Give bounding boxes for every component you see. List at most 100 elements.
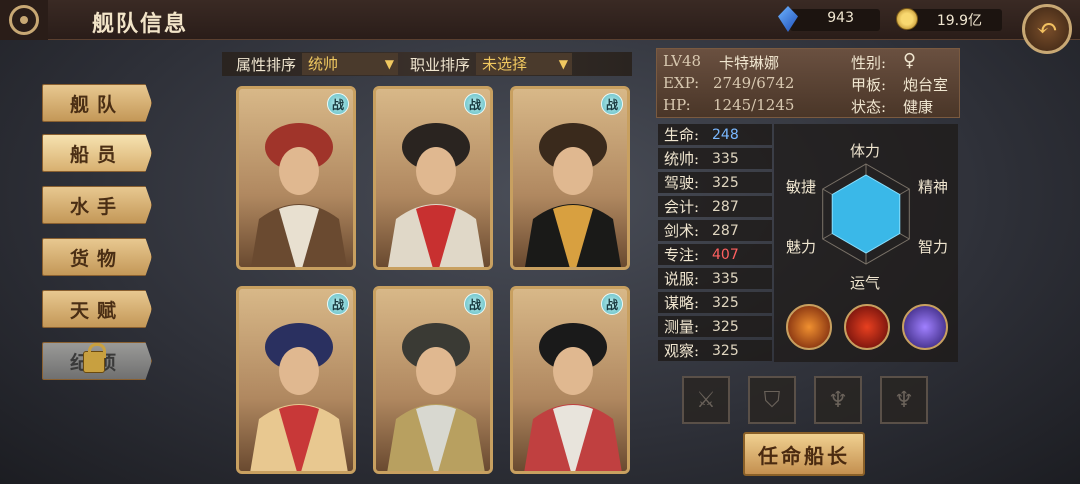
purple-mask-icon[interactable]: [902, 304, 948, 350]
status-value: 健康: [903, 98, 934, 116]
stat-row: 观察: 325: [658, 340, 772, 361]
battle-badge: 战: [327, 293, 349, 315]
nav-item-locked[interactable]: 纪项: [42, 342, 152, 380]
job-sort-label: 职业排序: [410, 55, 471, 74]
goblet-slot[interactable]: ♆: [880, 376, 928, 424]
deck-label: 甲板:: [851, 76, 887, 94]
radar-label-spirit: 精神: [918, 178, 949, 196]
gold-value: 19.9亿: [936, 13, 982, 29]
sword-icon: ⚔: [696, 387, 716, 413]
stat-value: 287: [712, 198, 739, 215]
crew-portrait: [387, 323, 485, 471]
fire-slash-icon[interactable]: [786, 304, 832, 350]
back-arrow-icon: ↶: [1036, 14, 1058, 44]
back-button[interactable]: ↶: [1022, 4, 1072, 54]
deck-value: 炮台室: [903, 76, 949, 94]
crew-card-tricorn-pirate[interactable]: 战: [373, 86, 493, 270]
goblet-icon: ♆: [894, 387, 914, 413]
stat-value: 287: [712, 222, 739, 239]
stat-row: 驾驶: 325: [658, 172, 772, 193]
radar-panel: 体力 精神 智力 运气 魅力 敏捷: [774, 124, 958, 362]
stat-label: 生命:: [664, 126, 700, 144]
attr-sort-value: 统帅: [308, 55, 339, 73]
sort-bar: 属性排序 统帅 ▼ 职业排序 未选择 ▼: [222, 52, 632, 76]
radar-fill: [831, 174, 901, 254]
hp-label: HP:: [663, 96, 691, 114]
appoint-captain-button[interactable]: 任命船长: [743, 432, 865, 476]
stat-row: 剑术: 287: [658, 220, 772, 241]
nav-item-label: 舰队: [69, 93, 124, 116]
crew-portrait: [524, 323, 622, 471]
dropdown-arrow-icon: ▼: [384, 57, 395, 71]
nav-item-sailors[interactable]: 水手: [42, 186, 152, 224]
attr-sort-label: 属性排序: [236, 55, 297, 74]
page-title: 舰队信息: [92, 11, 189, 37]
exp-label: EXP:: [663, 74, 700, 92]
gold-coin-icon: [896, 8, 918, 30]
stat-label: 观察:: [664, 342, 700, 360]
crew-portrait: [388, 123, 484, 267]
crew-card-eastern-official[interactable]: 战: [510, 86, 630, 270]
sword-slot[interactable]: ⚔: [682, 376, 730, 424]
radar-label-stamina: 体力: [850, 142, 881, 160]
dropdown-arrow-icon: ▼: [558, 57, 569, 71]
status-label: 状态:: [851, 98, 887, 116]
battle-badge: 战: [601, 93, 623, 115]
gem-value: 943: [827, 10, 854, 26]
crew-portrait: [525, 123, 621, 267]
radar-label-agility: 敏捷: [786, 178, 817, 196]
armor-icon: ⛉: [763, 387, 781, 413]
battle-badge: 战: [327, 93, 349, 115]
stat-label: 专注:: [664, 246, 700, 264]
ship-wheel-icon: [9, 5, 39, 35]
nav-item-label: 天赋: [69, 299, 124, 322]
crew-card-robed-scholar[interactable]: 战: [510, 286, 630, 474]
stat-label: 驾驶:: [664, 174, 700, 192]
crew-info-panel: LV48 卡特琳娜 EXP: 2749/6742 HP: 1245/1245 性…: [656, 48, 960, 118]
gem-icon: [778, 6, 798, 32]
stat-row: 测量: 325: [658, 316, 772, 337]
stat-value: 325: [712, 294, 739, 311]
nav-item-cargo[interactable]: 货物: [42, 238, 152, 276]
stat-value: 335: [712, 270, 739, 287]
stat-value: 407: [712, 246, 739, 263]
exp-value: 2749/6742: [713, 74, 795, 92]
battle-badge: 战: [601, 293, 623, 315]
stat-row: 统帅: 335: [658, 148, 772, 169]
crew-card-plumed-admiral[interactable]: 战: [236, 286, 356, 474]
radar-label-luck: 运气: [850, 274, 881, 292]
crew-card-turban-captain[interactable]: 战: [236, 86, 356, 270]
stat-label: 测量:: [664, 318, 700, 336]
stat-row: 会计: 287: [658, 196, 772, 217]
stat-label: 会计:: [664, 198, 700, 216]
stat-value: 325: [712, 342, 739, 359]
stat-value: 325: [712, 318, 739, 335]
crew-portrait: [250, 323, 348, 471]
nav-item-fleet[interactable]: 舰队: [42, 84, 152, 122]
battle-badge: 战: [464, 293, 486, 315]
top-bar: 舰队信息 943 19.9亿: [0, 0, 1080, 40]
nav-item-label: 货物: [69, 247, 124, 270]
red-arrow-icon[interactable]: [844, 304, 890, 350]
stat-row: 说服: 335: [658, 268, 772, 289]
nav-item-talent[interactable]: 天赋: [42, 290, 152, 328]
armor-slot[interactable]: ⛉: [748, 376, 796, 424]
attr-sort-dropdown[interactable]: 统帅 ▼: [302, 53, 399, 75]
stat-row: 谋略: 325: [658, 292, 772, 313]
crew-portrait: [251, 123, 347, 267]
cup-slot[interactable]: ♆: [814, 376, 862, 424]
gender-label: 性别:: [851, 54, 887, 72]
radar-label-charm: 魅力: [786, 238, 817, 256]
crew-level: LV48: [663, 52, 702, 70]
cup-icon: ♆: [828, 387, 848, 413]
female-icon: ♀: [903, 50, 917, 71]
job-sort-dropdown[interactable]: 未选择 ▼: [476, 53, 573, 75]
stat-label: 统帅:: [664, 150, 700, 168]
gem-counter: 943: [778, 6, 880, 32]
stat-label: 说服:: [664, 270, 700, 288]
helm-menu-button[interactable]: [0, 0, 48, 40]
gold-counter: 19.9亿: [896, 8, 1002, 31]
radar-label-intellect: 智力: [918, 238, 949, 256]
nav-item-crew[interactable]: 船员: [42, 134, 152, 172]
crew-card-white-haired-sailor[interactable]: 战: [373, 286, 493, 474]
